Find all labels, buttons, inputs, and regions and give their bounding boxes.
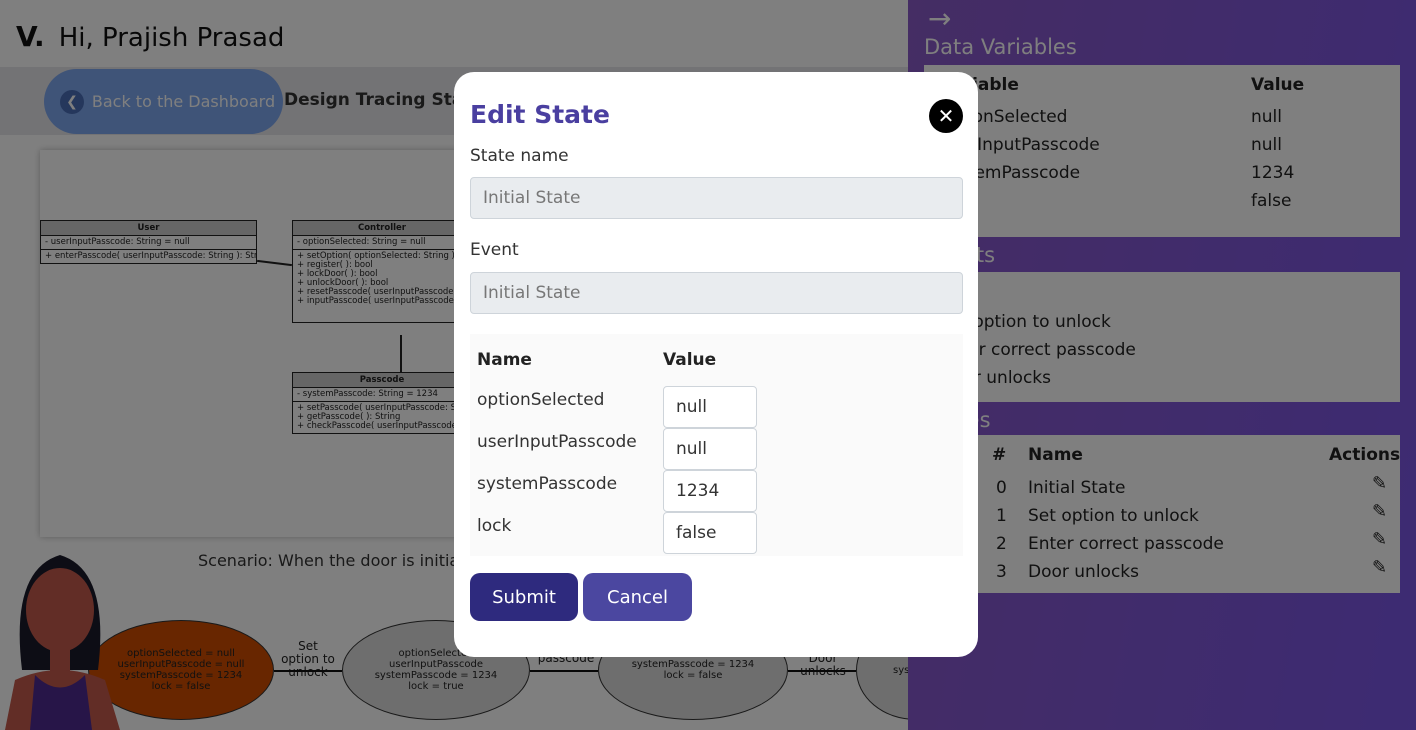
lock-input[interactable] (663, 512, 757, 554)
event-label: Event (470, 240, 519, 260)
variables-table: Name Value optionSelected userInputPassc… (470, 334, 963, 556)
close-icon: ✕ (937, 104, 955, 128)
userInputPasscode-input[interactable] (663, 428, 757, 470)
state-name-label: State name (470, 146, 569, 166)
submit-button[interactable]: Submit (470, 573, 578, 621)
modal-title: Edit State (470, 100, 610, 129)
event-input[interactable] (470, 272, 963, 314)
optionSelected-input[interactable] (663, 386, 757, 428)
cancel-button[interactable]: Cancel (583, 573, 692, 621)
state-name-input[interactable] (470, 177, 963, 219)
close-button[interactable]: ✕ (929, 99, 963, 133)
systemPasscode-input[interactable] (663, 470, 757, 512)
edit-state-modal: Edit State ✕ State name Event Name Value… (454, 72, 978, 657)
